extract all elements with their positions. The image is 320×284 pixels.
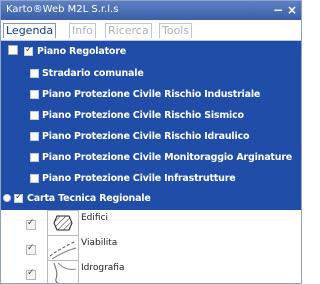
layer-label: Piano Protezione Civile Rischio Idraulic… (42, 131, 250, 142)
tab-ricerca[interactable]: Ricerca (105, 23, 152, 38)
window-title: Karto®Web M2L S.r.l.s (6, 4, 119, 15)
layer-tree: Piano Regolatore Stradario comunale Pian… (1, 41, 301, 189)
legend-item: Edifici (1, 210, 301, 236)
layer-label: Stradario comunale (42, 68, 144, 79)
group-row-bar: Carta Tecnica Regionale (1, 189, 301, 210)
group-label: Carta Tecnica Regionale (27, 193, 151, 204)
tab-legenda[interactable]: Legenda (3, 23, 57, 38)
legend-window: Karto®Web M2L S.r.l.s − × Legenda Info R… (0, 0, 302, 284)
layer-checkbox[interactable] (30, 132, 39, 141)
layer-label: Piano Protezione Civile Rischio Industri… (42, 89, 261, 100)
layer-checkbox[interactable] (30, 69, 39, 78)
legend-list: Edifici Viabilita Idrografia (1, 210, 301, 283)
tab-tools[interactable]: Tools (159, 23, 193, 38)
roads-symbol-icon (47, 235, 79, 261)
tab-info[interactable]: Info (69, 23, 96, 38)
layer-row[interactable]: Piano Protezione Civile Rischio Sismico (1, 107, 301, 125)
layer-row[interactable]: Piano Protezione Civile Rischio Idraulic… (1, 128, 301, 146)
layer-checkbox[interactable] (24, 45, 33, 56)
legend-label: Viabilita (81, 238, 118, 248)
legend-label: Idrografia (81, 263, 125, 273)
close-icon[interactable]: × (287, 2, 297, 18)
legend-checkbox[interactable] (26, 243, 36, 255)
legend-item: Viabilita (1, 235, 301, 261)
legend-checkbox[interactable] (26, 268, 36, 280)
layer-label: Piano Protezione Civile Rischio Sismico (42, 110, 244, 121)
buildings-symbol-icon (47, 210, 79, 236)
layer-checkbox[interactable] (30, 90, 39, 99)
layer-row[interactable]: Stradario comunale (1, 65, 301, 83)
hydrography-symbol-icon (47, 260, 79, 283)
minimize-icon[interactable]: − (273, 2, 283, 18)
layer-checkbox[interactable] (30, 153, 39, 162)
group-checkbox[interactable] (14, 192, 23, 203)
layer-checkbox[interactable] (30, 174, 39, 183)
layer-label: Piano Protezione Civile Infrastrutture (42, 173, 236, 184)
legend-item: Idrografia (1, 260, 301, 283)
layer-checkbox[interactable] (30, 111, 39, 120)
layer-row[interactable]: Piano Regolatore (1, 43, 301, 61)
layer-row[interactable]: Piano Protezione Civile Infrastrutture (1, 170, 301, 188)
expander-icon[interactable] (8, 45, 18, 55)
tab-bar: Legenda Info Ricerca Tools (1, 20, 301, 41)
layer-row[interactable]: Piano Protezione Civile Rischio Industri… (1, 86, 301, 104)
window-titlebar[interactable]: Karto®Web M2L S.r.l.s − × (1, 1, 301, 20)
layer-label: Piano Regolatore (37, 46, 126, 57)
legend-label: Edifici (81, 213, 109, 223)
layer-label: Piano Protezione Civile Monitoraggio Arg… (42, 152, 293, 163)
radio-button[interactable] (3, 194, 11, 202)
group-row[interactable]: Carta Tecnica Regionale (1, 190, 301, 208)
layer-row[interactable]: Piano Protezione Civile Monitoraggio Arg… (1, 149, 301, 167)
legend-checkbox[interactable] (26, 218, 36, 230)
